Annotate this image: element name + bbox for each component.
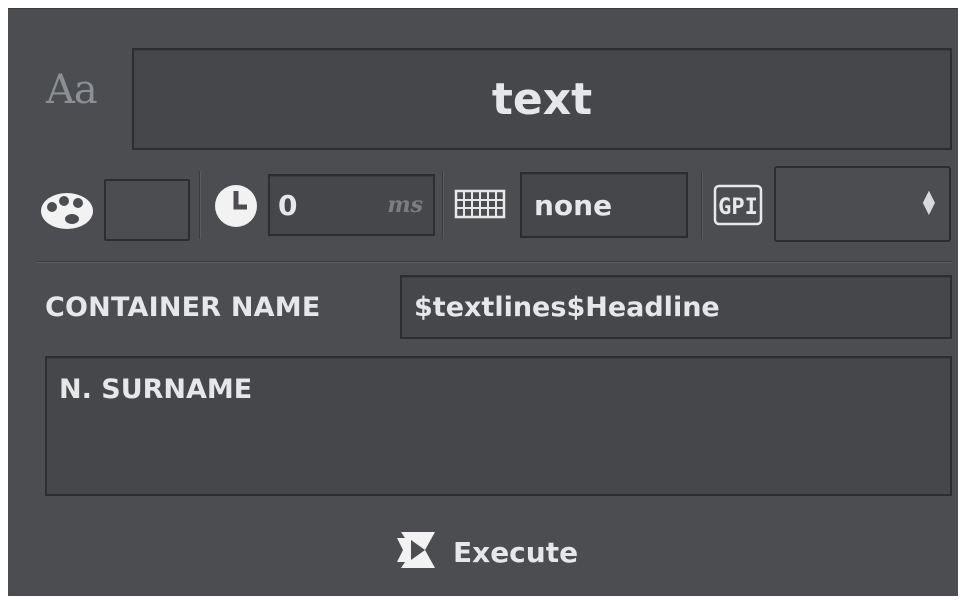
execute-button[interactable]: Execute	[395, 527, 578, 577]
shortcut-input[interactable]: none	[520, 172, 688, 238]
toolbar-divider	[701, 171, 703, 239]
text-editor-panel: Aa text 0 ms none GPI ▲ ▼ CONTAINER NAME…	[8, 8, 958, 596]
toolbar-divider	[442, 171, 444, 239]
palette-icon[interactable]	[38, 187, 96, 233]
section-divider	[36, 261, 952, 263]
gpi-select[interactable]: ▲ ▼	[774, 166, 951, 242]
color-swatch-button[interactable]	[104, 179, 190, 241]
font-icon[interactable]: Aa	[46, 67, 98, 113]
gpi-icon-label: GPI	[718, 195, 758, 220]
text-value-field[interactable]: text	[132, 48, 952, 150]
duration-value: 0	[278, 188, 298, 222]
content-textarea[interactable]: N. SURNAME	[45, 356, 952, 496]
duration-unit: ms	[387, 192, 423, 218]
execute-icon	[395, 528, 439, 576]
keyboard-icon	[454, 189, 506, 219]
duration-input[interactable]: 0 ms	[268, 174, 435, 236]
container-name-input[interactable]: $textlines$Headline	[400, 275, 952, 339]
toolbar-divider	[199, 171, 201, 239]
clock-icon	[211, 181, 261, 231]
execute-label: Execute	[453, 535, 579, 569]
select-arrows-icon: ▲ ▼	[922, 186, 935, 217]
gpi-icon: GPI	[713, 184, 763, 226]
container-name-label: CONTAINER NAME	[45, 292, 321, 323]
